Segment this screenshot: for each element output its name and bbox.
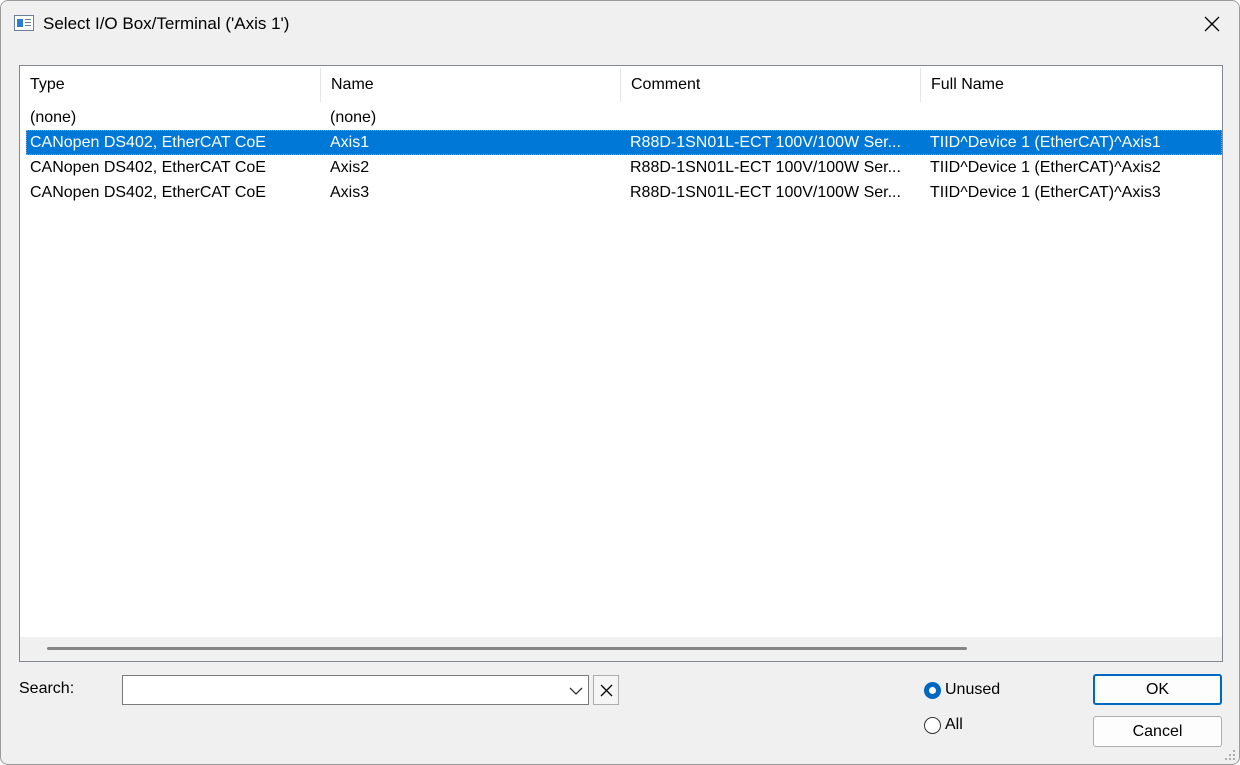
radio-all[interactable]: All — [924, 716, 963, 734]
dialog-app-icon — [14, 15, 34, 31]
column-header-comment[interactable]: Comment — [621, 66, 921, 104]
cell-full-name: TIID^Device 1 (EtherCAT)^Axis1 — [930, 134, 1161, 151]
table-row[interactable]: CANopen DS402, EtherCAT CoE Axis2 R88D-1… — [26, 155, 1222, 180]
cell-comment: R88D-1SN01L-ECT 100V/100W Ser... — [630, 134, 901, 151]
close-icon — [1204, 16, 1220, 32]
column-header-label: Type — [30, 76, 65, 93]
cell-full-name: TIID^Device 1 (EtherCAT)^Axis3 — [930, 184, 1161, 201]
search-input[interactable] — [127, 679, 561, 703]
cell-name: Axis2 — [330, 159, 370, 176]
column-header-label: Comment — [631, 76, 701, 93]
table-row-selected[interactable]: CANopen DS402, EtherCAT CoE Axis1 R88D-1… — [26, 130, 1222, 155]
column-header-label: Full Name — [931, 76, 1004, 93]
radio-all-label: All — [945, 716, 963, 733]
search-label: Search: — [19, 680, 75, 697]
clear-search-button[interactable] — [593, 675, 619, 705]
radio-unused-label: Unused — [945, 681, 1001, 698]
cell-type: CANopen DS402, EtherCAT CoE — [30, 134, 266, 151]
resize-grip-icon[interactable] — [1224, 749, 1236, 761]
horizontal-scrollbar[interactable] — [20, 637, 1222, 661]
cell-type: CANopen DS402, EtherCAT CoE — [30, 184, 266, 201]
cell-type: (none) — [30, 109, 77, 126]
cell-comment: R88D-1SN01L-ECT 100V/100W Ser... — [630, 159, 901, 176]
column-header-name[interactable]: Name — [321, 66, 621, 104]
radio-unused-indicator[interactable] — [924, 681, 941, 699]
cell-type: CANopen DS402, EtherCAT CoE — [30, 159, 266, 176]
column-header-label: Name — [331, 76, 374, 93]
cell-name: (none) — [330, 109, 377, 126]
cell-comment: R88D-1SN01L-ECT 100V/100W Ser... — [630, 184, 901, 201]
cell-name: Axis3 — [330, 184, 370, 201]
table-row[interactable]: (none) (none) — [26, 105, 1222, 130]
terminal-list[interactable]: Type Name Comment Full Name (none) (none… — [19, 65, 1223, 662]
radio-all-indicator[interactable] — [924, 716, 941, 734]
cancel-button[interactable]: Cancel — [1093, 716, 1222, 747]
ok-button[interactable]: OK — [1093, 674, 1222, 705]
window-title: Select I/O Box/Terminal ('Axis 1') — [43, 14, 290, 33]
scrollbar-thumb[interactable] — [47, 647, 967, 650]
table-row[interactable]: CANopen DS402, EtherCAT CoE Axis3 R88D-1… — [26, 180, 1222, 205]
column-header-full-name[interactable]: Full Name — [921, 66, 1222, 104]
select-io-dialog: Select I/O Box/Terminal ('Axis 1') Type … — [0, 0, 1240, 765]
search-combobox[interactable] — [122, 675, 589, 705]
radio-unused[interactable]: Unused — [924, 681, 1000, 699]
title-bar: Select I/O Box/Terminal ('Axis 1') — [1, 1, 1239, 47]
cell-name: Axis1 — [330, 134, 370, 151]
cell-full-name: TIID^Device 1 (EtherCAT)^Axis2 — [930, 159, 1161, 176]
chevron-down-icon[interactable] — [567, 680, 585, 700]
column-header-type[interactable]: Type — [20, 66, 321, 104]
close-button[interactable] — [1195, 7, 1229, 41]
list-header: Type Name Comment Full Name — [20, 66, 1222, 104]
clear-x-icon — [600, 684, 612, 696]
